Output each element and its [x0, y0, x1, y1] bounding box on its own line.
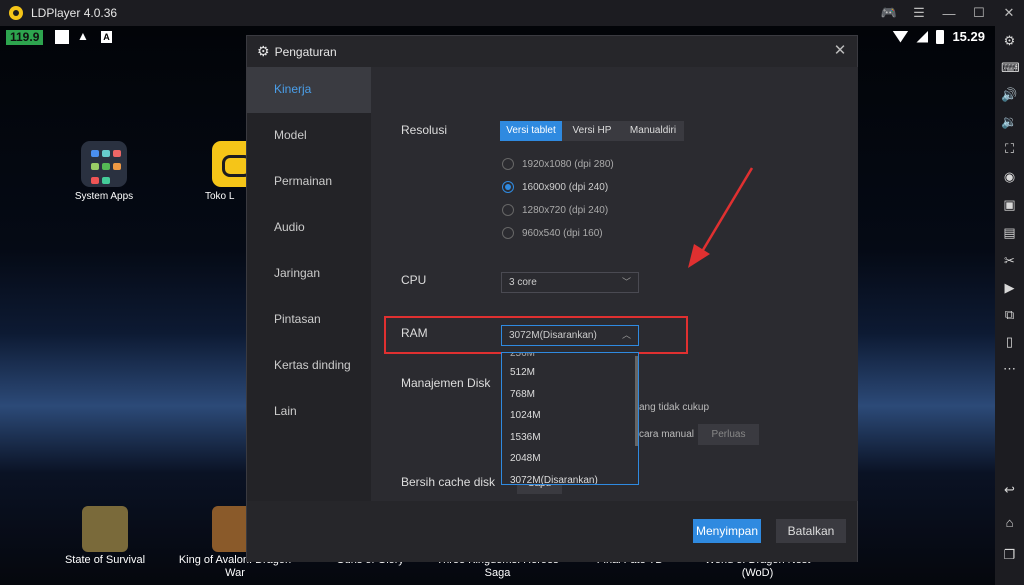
status-clock: 15.29 — [952, 29, 985, 44]
settings-body: Resolusi Versi tablet Versi HP Manualdir… — [371, 67, 858, 501]
app-label: Toko L — [205, 191, 235, 202]
radio-dot — [502, 181, 514, 193]
video-icon[interactable]: ▶ — [1001, 279, 1018, 296]
nav-kertas-dinding[interactable]: Kertas dinding — [247, 343, 371, 389]
record-icon[interactable]: ◉ — [1001, 168, 1018, 185]
ram-select[interactable]: 3072M(Disarankan) ︿ — [501, 325, 639, 346]
app-label: System Apps — [74, 191, 134, 202]
radio-1920x1080[interactable]: 1920x1080 (dpi 280) — [502, 157, 614, 171]
apk-install-icon[interactable]: ▤ — [1001, 224, 1018, 241]
nav-pintasan[interactable]: Pintasan — [247, 297, 371, 343]
tab-tablet-version[interactable]: Versi tablet — [500, 121, 562, 141]
cpu-label: CPU — [401, 273, 427, 287]
nav-kinerja[interactable]: Kinerja — [247, 67, 373, 113]
signal-icon — [916, 30, 929, 43]
state-of-survival-icon — [82, 506, 128, 552]
radio-label: 1600x900 (dpi 240) — [522, 181, 609, 193]
nav-model[interactable]: Model — [247, 113, 371, 159]
cancel-button[interactable]: Batalkan — [776, 519, 846, 543]
window-title: LDPlayer 4.0.36 — [31, 6, 118, 20]
more-icon[interactable]: ⋯ — [1001, 360, 1018, 377]
radio-dot — [502, 204, 514, 216]
battery-icon — [936, 29, 945, 44]
ram-option-1536m[interactable]: 1536M — [502, 427, 638, 449]
menu-icon[interactable]: ☰ — [904, 0, 934, 26]
tab-phone-version[interactable]: Versi HP — [562, 121, 622, 141]
wifi-icon — [892, 30, 909, 43]
radio-dot — [502, 227, 514, 239]
ram-option-256m[interactable]: 256M — [502, 353, 638, 362]
app-label: State of Survival — [64, 554, 146, 566]
radio-label: 960x540 (dpi 160) — [522, 227, 603, 239]
radio-label: 1920x1080 (dpi 280) — [522, 158, 614, 170]
notification-a-icon: A — [101, 31, 112, 43]
maximize-icon[interactable]: ☐ — [964, 0, 994, 26]
ram-option-512m[interactable]: 512M — [502, 362, 638, 384]
screenshot-icon[interactable]: ▣ — [1001, 196, 1018, 213]
close-icon[interactable]: ✕ — [994, 0, 1024, 26]
settings-gear-icon: ⚙ — [257, 43, 270, 59]
ram-dropdown-list: 256M 512M 768M 1024M 1536M 2048M 3072M(D… — [501, 352, 639, 485]
dialog-footer: Menyimpan Batalkan — [247, 501, 857, 562]
cpu-select-value: 3 core — [509, 277, 537, 288]
volume-up-icon[interactable]: 🔊 — [1001, 86, 1018, 103]
nav-lain[interactable]: Lain — [247, 389, 371, 435]
ram-option-1024m[interactable]: 1024M — [502, 405, 638, 427]
tab-custom[interactable]: Manualdiri — [622, 121, 684, 141]
gamepad-icon[interactable]: 🎮 — [874, 0, 904, 26]
dialog-title: Pengaturan — [274, 44, 337, 59]
save-button[interactable]: Menyimpan — [693, 519, 761, 543]
right-toolbar: ⚙ ⌨ 🔊 🔉 ⛶ ◉ ▣ ▤ ✂ ▶ ⧉ ▯ ⋯ ↩ ⌂ ❐ — [995, 26, 1024, 585]
scissors-icon[interactable]: ✂ — [1001, 252, 1018, 269]
minimize-icon[interactable]: — — [934, 0, 964, 26]
notification-square-icon — [55, 30, 69, 44]
warning-icon: ▲ — [77, 29, 89, 43]
settings-nav: Kinerja Model Permainan Audio Jaringan P… — [247, 67, 373, 501]
keyboard-icon[interactable]: ⌨ — [1001, 59, 1020, 76]
expand-disk-button[interactable]: Perluas — [698, 424, 759, 445]
ram-option-2048m[interactable]: 2048M — [502, 448, 638, 470]
cpu-select[interactable]: 3 core ﹀ — [501, 272, 639, 293]
ram-label: RAM — [401, 326, 428, 340]
chevron-down-icon: ﹀ — [621, 277, 631, 287]
nav-audio[interactable]: Audio — [247, 205, 371, 251]
radio-dot — [502, 158, 514, 170]
fps-counter: 119.9 — [6, 30, 44, 45]
volume-down-icon[interactable]: 🔉 — [1001, 113, 1018, 130]
home-icon[interactable]: ⌂ — [1001, 514, 1018, 531]
app-system-apps[interactable]: System Apps — [64, 141, 144, 202]
back-icon[interactable]: ↩ — [1001, 481, 1018, 498]
nav-jaringan[interactable]: Jaringan — [247, 251, 371, 297]
dropdown-scrollbar[interactable] — [635, 356, 638, 446]
shake-icon[interactable]: ▯ — [1001, 333, 1018, 350]
recent-apps-icon[interactable]: ❐ — [1001, 546, 1018, 563]
disk-label: Manajemen Disk — [401, 376, 491, 390]
dialog-close-icon[interactable]: ✕ — [832, 43, 848, 59]
radio-1600x900[interactable]: 1600x900 (dpi 240) — [502, 180, 608, 194]
ldplayer-logo-icon — [9, 6, 23, 20]
window-titlebar: LDPlayer 4.0.36 🎮 ☰ — ☐ ✕ — [0, 0, 1024, 26]
ram-select-value: 3072M(Disarankan) — [509, 330, 597, 341]
multi-instance-icon[interactable]: ⧉ — [1001, 306, 1018, 323]
dialog-header: ⚙ Pengaturan ✕ — [247, 36, 857, 67]
clear-cache-label: Bersih cache disk — [401, 475, 496, 489]
radio-label: 1280x720 (dpi 240) — [522, 204, 609, 216]
chevron-up-icon: ︿ — [621, 330, 631, 340]
radio-1280x720[interactable]: 1280x720 (dpi 240) — [502, 203, 608, 217]
disk-note-manual: cara manual — [639, 429, 695, 440]
app-state-of-survival[interactable]: State of Survival — [60, 506, 150, 567]
ram-option-3072m[interactable]: 3072M(Disarankan) — [502, 470, 638, 485]
disk-note-insufficient: ang tidak cukup — [639, 402, 710, 413]
fullscreen-icon[interactable]: ⛶ — [1001, 140, 1018, 157]
resolution-label: Resolusi — [401, 123, 448, 137]
ram-option-768m[interactable]: 768M — [502, 384, 638, 406]
settings-gear-icon[interactable]: ⚙ — [1001, 32, 1018, 49]
radio-960x540[interactable]: 960x540 (dpi 160) — [502, 226, 603, 240]
settings-dialog: ⚙ Pengaturan ✕ Kinerja Model Permainan A… — [246, 35, 858, 562]
system-apps-icon — [81, 141, 127, 187]
nav-permainan[interactable]: Permainan — [247, 159, 371, 205]
